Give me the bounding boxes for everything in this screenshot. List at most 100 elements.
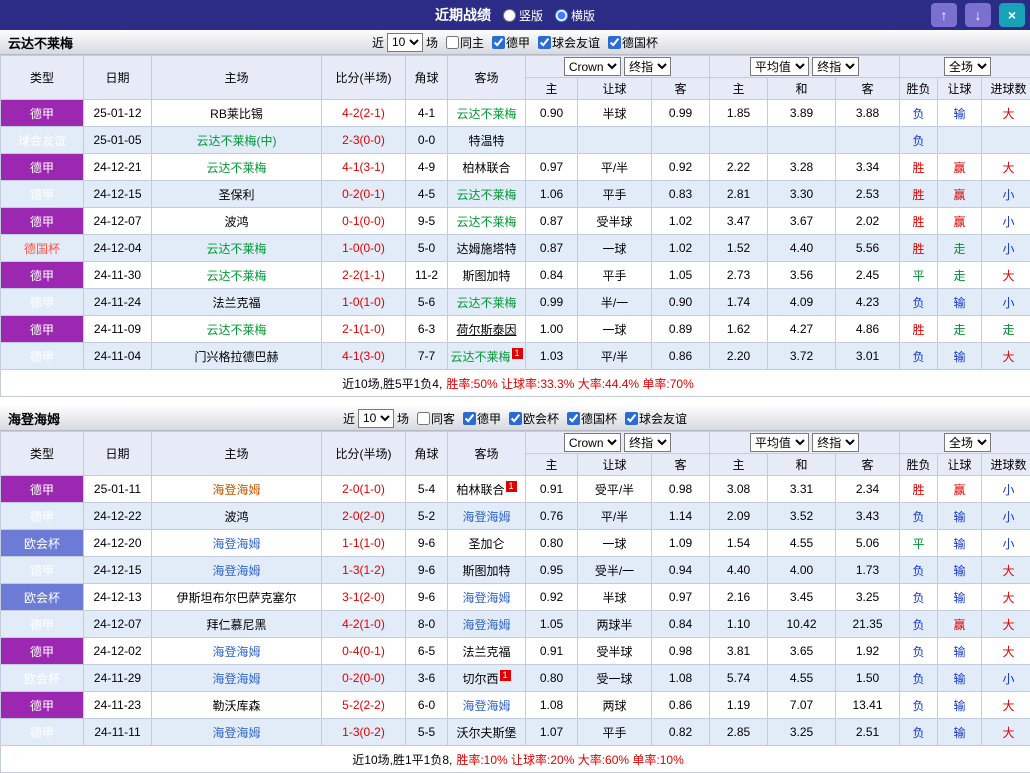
team-name-link[interactable]: 云达不莱梅(中) (197, 134, 277, 148)
corners-cell: 5-4 (406, 476, 448, 503)
team-name-link[interactable]: 柏林联合 (456, 483, 504, 497)
team-name-link[interactable]: 斯图加特 (462, 269, 510, 283)
filter-checkbox[interactable]: 德甲 (492, 34, 530, 51)
match-row: 德甲24-12-02海登海姆0-4(0-1)6-5法兰克福0.91受半球0.98… (1, 638, 1030, 665)
filter-checkbox-input[interactable] (538, 36, 551, 49)
team-name-link[interactable]: 特温特 (468, 134, 504, 148)
section-header: 海登海姆近10场同客德甲欧会杯德国杯球会友谊 (0, 406, 1030, 431)
team-name-link[interactable]: 云达不莱梅 (456, 215, 516, 229)
team-name-link[interactable]: 海登海姆 (212, 726, 260, 740)
filter-checkbox[interactable]: 欧会杯 (509, 410, 559, 427)
team-name-link[interactable]: 门兴格拉德巴赫 (194, 350, 278, 364)
odds-cell-crown_home: 0.91 (526, 638, 578, 665)
team-name-link[interactable]: 海登海姆 (462, 699, 510, 713)
odds-source-select[interactable]: 终指 (812, 433, 859, 452)
filter-checkbox[interactable]: 同客 (417, 410, 455, 427)
team-name-link[interactable]: 海登海姆 (212, 564, 260, 578)
filter-checkbox-input[interactable] (446, 36, 459, 49)
odds-source-select[interactable]: 平均值 (750, 57, 809, 76)
team-name-link[interactable]: 伊斯坦布尔巴萨克塞尔 (176, 591, 296, 605)
team-name-link[interactable]: 沃尔夫斯堡 (456, 726, 516, 740)
odds-source-select[interactable]: 全场 (944, 433, 991, 452)
team-name-link[interactable]: 海登海姆 (212, 672, 260, 686)
filter-checkbox-label: 同客 (431, 410, 455, 427)
filter-checkbox-input[interactable] (567, 412, 580, 425)
odds-cell-handicap: 平手 (578, 719, 652, 746)
filter-checkbox-input[interactable] (608, 36, 621, 49)
team-name-link[interactable]: 云达不莱梅 (456, 188, 516, 202)
team-name-link[interactable]: 云达不莱梅 (456, 296, 516, 310)
team-name-link[interactable]: 海登海姆 (462, 618, 510, 632)
team-name-link[interactable]: 云达不莱梅 (206, 323, 266, 337)
match-row: 欧会杯24-12-13伊斯坦布尔巴萨克塞尔3-1(2-0)9-6海登海姆0.92… (1, 584, 1030, 611)
filter-checkbox[interactable]: 德国杯 (608, 34, 658, 51)
team-name-link[interactable]: 法兰克福 (462, 645, 510, 659)
result-cell: 胜 (900, 316, 938, 343)
corners-cell: 8-0 (406, 611, 448, 638)
odds-cell-avg_draw: 3.45 (768, 584, 836, 611)
filter-checkbox-input[interactable] (417, 412, 430, 425)
team-name-link[interactable]: RB莱比锡 (210, 107, 263, 121)
team-name-link[interactable]: 斯图加特 (462, 564, 510, 578)
odds-source-select[interactable]: 全场 (944, 57, 991, 76)
team-name-link[interactable]: 柏林联合 (462, 161, 510, 175)
team-name-link[interactable]: 海登海姆 (212, 537, 260, 551)
filter-checkbox[interactable]: 球会友谊 (625, 410, 687, 427)
team-name-link[interactable]: 切尔西 (462, 672, 498, 686)
team-name-link[interactable]: 荷尔斯泰因 (456, 323, 516, 337)
odds-source-select[interactable]: Crown (564, 433, 621, 452)
team-name-link[interactable]: 海登海姆 (212, 645, 260, 659)
odds-cell-avg_home: 3.47 (710, 208, 768, 235)
team-name-link[interactable]: 云达不莱梅 (206, 161, 266, 175)
team-name-link[interactable]: 达姆施塔特 (456, 242, 516, 256)
filter-checkbox[interactable]: 德甲 (463, 410, 501, 427)
odds-source-select[interactable]: 终指 (812, 57, 859, 76)
close-button[interactable]: × (999, 3, 1025, 27)
result-cell: 胜 (900, 235, 938, 262)
team-name-link[interactable]: 法兰克福 (212, 296, 260, 310)
vertical-view-radio[interactable] (503, 9, 516, 22)
team-name-link[interactable]: 云达不莱梅 (450, 350, 510, 364)
team-name-link[interactable]: 拜仁慕尼黑 (206, 618, 266, 632)
odds-cell-avg_draw: 4.40 (768, 235, 836, 262)
league-cell: 德国杯 (1, 235, 84, 262)
filter-checkbox-input[interactable] (492, 36, 505, 49)
odds-source-select[interactable]: 终指 (624, 57, 671, 76)
filter-checkbox-input[interactable] (509, 412, 522, 425)
match-row: 德甲24-12-07波鸿0-1(0-0)9-5云达不莱梅0.87受半球1.023… (1, 208, 1030, 235)
odds-source-select[interactable]: 终指 (624, 433, 671, 452)
team-name-link[interactable]: 圣保利 (218, 188, 254, 202)
score-cell: 1-1(1-0) (322, 530, 406, 557)
score-cell: 2-3(0-0) (322, 127, 406, 154)
team-name-link[interactable]: 海登海姆 (212, 483, 260, 497)
odds-source-select[interactable]: 平均值 (750, 433, 809, 452)
scroll-down-button[interactable]: ↓ (965, 3, 991, 27)
team-name-link[interactable]: 波鸿 (224, 510, 248, 524)
view-option-vertical[interactable]: 竖版 (503, 7, 543, 24)
filter-checkbox-input[interactable] (463, 412, 476, 425)
team-name-link[interactable]: 波鸿 (224, 215, 248, 229)
team-name-link[interactable]: 圣加仑 (468, 537, 504, 551)
team-name-link[interactable]: 云达不莱梅 (206, 269, 266, 283)
sub-column-header: 客 (836, 78, 900, 100)
scroll-up-button[interactable]: ↑ (931, 3, 957, 27)
match-row: 德甲24-12-07拜仁慕尼黑4-2(1-0)8-0海登海姆1.05两球半0.8… (1, 611, 1030, 638)
filter-checkbox[interactable]: 球会友谊 (538, 34, 600, 51)
odds-source-select[interactable]: Crown (564, 57, 621, 76)
horizontal-view-radio[interactable] (555, 9, 568, 22)
filter-checkbox-input[interactable] (625, 412, 638, 425)
date-cell: 24-12-07 (84, 208, 152, 235)
filter-checkbox[interactable]: 德国杯 (567, 410, 617, 427)
recent-count-select[interactable]: 10 (387, 33, 423, 52)
filter-checkbox[interactable]: 同主 (446, 34, 484, 51)
team-name-link[interactable]: 云达不莱梅 (456, 107, 516, 121)
team-name-link[interactable]: 海登海姆 (462, 510, 510, 524)
recent-count-select[interactable]: 10 (358, 409, 394, 428)
team-name-link[interactable]: 勒沃库森 (212, 699, 260, 713)
home-team-cell: 海登海姆 (152, 557, 322, 584)
result-cell: 负 (900, 584, 938, 611)
team-name-link[interactable]: 海登海姆 (462, 591, 510, 605)
team-name-link[interactable]: 云达不莱梅 (206, 242, 266, 256)
score-cell: 4-2(2-1) (322, 100, 406, 127)
view-option-horizontal[interactable]: 横版 (555, 7, 595, 24)
